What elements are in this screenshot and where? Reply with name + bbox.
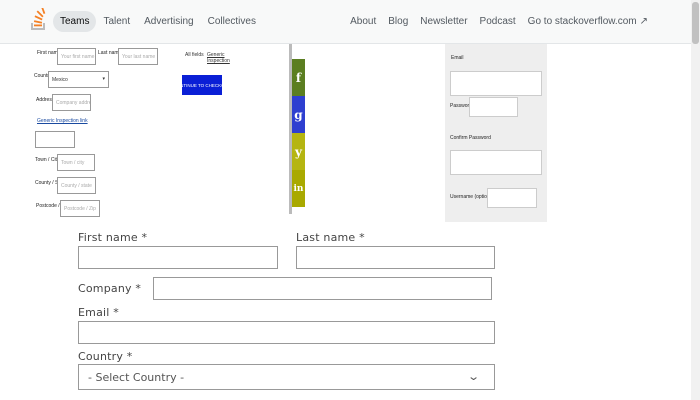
nav-left-group: Teams Talent Advertising Collectives [53,10,263,32]
goto-label: Go to stackoverflow.com [527,15,637,27]
last-name-input[interactable] [296,246,495,269]
twitter-icon[interactable]: y [292,133,305,170]
mini-extra-input[interactable] [35,131,75,148]
nav-collectives[interactable]: Collectives [201,11,263,32]
page-scrollbar[interactable] [691,0,700,400]
external-link-icon: ↗ [639,15,648,27]
company-label: Company * [78,282,142,295]
last-name-label: Last name * [296,231,365,244]
mini-country-value: Mexico [52,77,68,83]
mini-inspection-link[interactable]: Generic Inspection link [37,118,88,124]
panel-password-input[interactable] [469,97,518,117]
country-select-value: - Select Country - [88,371,185,384]
nav-advertising[interactable]: Advertising [137,11,200,32]
nav-right-group: About Blog Newsletter Podcast Go to stac… [344,10,654,32]
facebook-icon[interactable]: f [292,59,305,96]
signup-preview-panel: Email Password Confirm Password Username… [445,44,547,222]
mini-postcode-input[interactable]: Postcode / Zip [60,200,100,217]
company-input[interactable] [153,277,492,300]
mini-town-input[interactable]: Town / city [57,154,95,171]
email-input[interactable] [78,321,495,344]
google-plus-icon[interactable]: g [292,96,305,133]
first-name-label: First name * [78,231,148,244]
nav-blog[interactable]: Blog [382,11,414,32]
country-label: Country * [78,350,133,363]
mini-county-input[interactable]: County / state [57,177,96,194]
panel-email-input[interactable] [450,71,542,96]
nav-teams[interactable]: Teams [53,10,97,32]
panel-confirm-input[interactable] [450,150,542,175]
mini-submit-button[interactable]: CONTINUE TO CHECKOUT [173,75,231,95]
linkedin-icon[interactable]: in [292,170,305,207]
chevron-down-icon: ⌄ [466,370,480,383]
top-navigation: Teams Talent Advertising Collectives Abo… [0,0,700,44]
nav-goto-stackoverflow[interactable]: Go to stackoverflow.com ↗ [522,11,654,32]
mini-last-name-input[interactable]: Your last name [118,48,158,65]
nav-newsletter[interactable]: Newsletter [414,11,473,32]
mini-side-link-2[interactable]: Generic Inspection [207,52,230,64]
mini-chevron-icon: ▾ [102,76,105,82]
nav-talent[interactable]: Talent [96,11,137,32]
mini-address-input[interactable]: Company address [52,94,91,111]
stackoverflow-logo-icon[interactable] [30,8,46,34]
nav-podcast[interactable]: Podcast [474,11,522,32]
mini-country-select[interactable]: Mexico ▾ [48,71,109,88]
country-select[interactable]: - Select Country - ⌄ [78,364,495,390]
email-label: Email * [78,306,119,319]
mini-first-name-input[interactable]: Your first name [57,48,96,65]
mini-side-link-1[interactable]: All fields [185,52,204,58]
panel-confirm-label: Confirm Password [450,135,491,141]
first-name-input[interactable] [78,246,278,269]
panel-email-label: Email [451,55,464,61]
panel-username-input[interactable] [487,188,537,208]
nav-about[interactable]: About [344,11,382,32]
scrollbar-thumb[interactable] [692,2,699,44]
